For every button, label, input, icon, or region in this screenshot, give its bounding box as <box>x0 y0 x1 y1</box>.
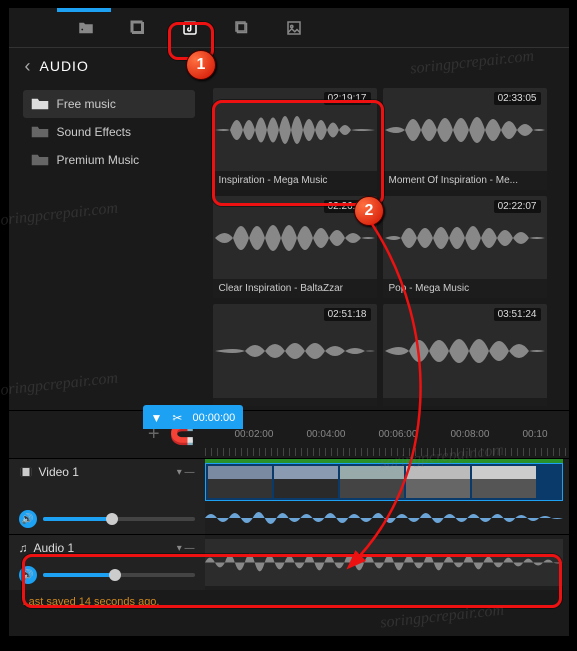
audio-clip[interactable]: 02:51:18 <box>213 304 377 406</box>
sidebar-item-label: Sound Effects <box>57 125 132 139</box>
music-note-icon: ♫ <box>19 541 28 555</box>
chevron-down-icon[interactable]: ▾ — <box>177 543 195 554</box>
audio-track: ♫ Audio 1 ▾ — 🔊 <box>9 534 569 590</box>
track-label: Video 1 <box>39 465 79 479</box>
clip-duration: 02:51:18 <box>324 308 371 321</box>
track-label: Audio 1 <box>34 541 75 555</box>
clip-title: Clear Inspiration - BaltaZzar <box>213 279 377 298</box>
volume-slider[interactable] <box>43 573 195 577</box>
sidebar-item-label: Premium Music <box>57 153 140 167</box>
audio-clip-grid: 02:19:17 Inspiration - Mega Music 02:33:… <box>209 84 569 410</box>
panel-title: AUDIO <box>40 58 89 74</box>
chevron-left-icon: ‹ <box>25 56 32 77</box>
tab-templates[interactable] <box>116 12 160 44</box>
audio-track-body[interactable] <box>205 535 569 590</box>
video-track-body[interactable] <box>205 459 569 534</box>
clip-title: Moment Of Inspiration - Me... <box>383 171 547 190</box>
marker-icon: ▼ <box>151 411 163 425</box>
tab-images[interactable] <box>272 12 316 44</box>
volume-icon[interactable]: 🔊 <box>19 566 37 584</box>
top-tab-bar <box>9 8 569 48</box>
clip-duration: 02:22:07 <box>494 200 541 213</box>
clip-duration: 03:51:24 <box>494 308 541 321</box>
audio-track-header[interactable]: ♫ Audio 1 ▾ — 🔊 <box>9 535 205 590</box>
clip-title: Pop - Mega Music <box>383 279 547 298</box>
audio-clip[interactable]: 02:33:05 Moment Of Inspiration - Me... <box>383 88 547 190</box>
video-clip[interactable] <box>205 463 563 501</box>
status-text: Last saved 14 seconds ago. <box>23 596 160 608</box>
sidebar-item-free-music[interactable]: Free music <box>23 90 195 118</box>
tab-media[interactable] <box>64 12 108 44</box>
tab-overlays[interactable] <box>220 12 264 44</box>
clip-title <box>383 398 547 406</box>
annotation-badge-1: 1 <box>186 50 216 80</box>
status-bar: Last saved 14 seconds ago. <box>9 590 569 614</box>
video-track-header[interactable]: Video 1 ▾ — 🔊 <box>9 459 205 534</box>
audio-clip[interactable]: 02:22:07 Pop - Mega Music <box>383 196 547 298</box>
clip-duration: 02:33:05 <box>494 92 541 105</box>
sidebar-item-premium-music[interactable]: Premium Music <box>23 146 195 174</box>
chevron-down-icon[interactable]: ▾ — <box>177 467 195 478</box>
clip-title: Inspiration - Mega Music <box>213 171 377 190</box>
sidebar-item-label: Free music <box>57 97 116 111</box>
volume-icon[interactable]: 🔊 <box>19 510 37 528</box>
audio-clip[interactable]: 02:19:17 Inspiration - Mega Music <box>213 88 377 190</box>
audio-sidebar: Free music Sound Effects Premium Music <box>9 84 209 410</box>
scissors-icon: ✂ <box>172 411 182 425</box>
sidebar-item-sound-effects[interactable]: Sound Effects <box>23 118 195 146</box>
annotation-badge-2: 2 <box>354 196 384 226</box>
panel-header[interactable]: ‹ AUDIO <box>9 48 569 84</box>
video-icon <box>19 465 33 479</box>
volume-slider[interactable] <box>43 517 195 521</box>
video-track: Video 1 ▾ — 🔊 <box>9 458 569 534</box>
audio-clip[interactable]: 03:51:24 <box>383 304 547 406</box>
clip-duration: 02:19:17 <box>324 92 371 105</box>
tab-audio[interactable] <box>168 12 212 44</box>
audio-clip[interactable]: 02:26:21 Clear Inspiration - BaltaZzar <box>213 196 377 298</box>
timeline-toolbar: + 🧲 ▼ ✂ 00:00:00 00:02:00 00:04:00 00:06… <box>9 410 569 458</box>
